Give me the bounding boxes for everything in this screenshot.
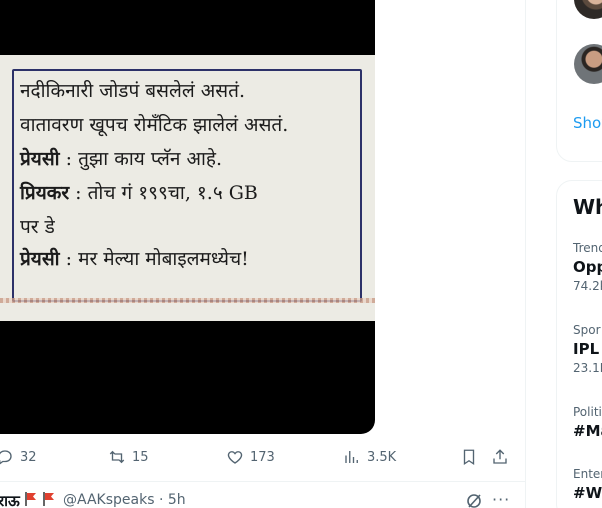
clipping-line-2: वातावरण खूपच रोमँटिक झालेलं असतं.	[20, 114, 289, 136]
trends-heading: Wh	[573, 195, 602, 219]
retweet-button[interactable]: 15	[108, 444, 149, 470]
clipping-line-6: प्रेयसी : मर मेल्या मोबाइलमध्येच!	[20, 245, 249, 271]
like-icon	[227, 451, 243, 464]
dialogue-text: : तोच गं १९९चा, १.५ GB	[69, 182, 258, 204]
trend-item[interactable]: Politi #Ma	[573, 405, 602, 440]
clipping-line-3: प्रेयसी : तुझा काय प्लॅन आहे.	[20, 145, 222, 171]
speaker-label: प्रेयसी	[20, 248, 60, 270]
trend-title: IPL 2	[573, 340, 602, 358]
tweet-action-bar: 32 15 173 3.5K	[0, 444, 526, 470]
trend-count: 23.1K	[573, 361, 602, 375]
clipping-line-5: पर डे	[20, 216, 55, 238]
share-icon	[493, 449, 507, 464]
dialogue-text: : तुझा काय प्लॅन आहे.	[59, 148, 223, 170]
timeline-column: नदीकिनारी जोडपं बसलेलं असतं. वातावरण खूप…	[0, 0, 526, 508]
right-sidebar: Show Wh Trend Opp 74.2k Spor IPL 2 23.1K…	[556, 0, 602, 508]
next-tweet-header: राऊ @AAKspeaks · 5h ···	[0, 490, 526, 508]
app-root: नदीकिनारी जोडपं बसलेलं असतं. वातावरण खूप…	[0, 0, 602, 508]
trend-item[interactable]: Enter #Wa	[573, 467, 602, 502]
retweet-icon	[109, 450, 125, 464]
bookmark-button[interactable]	[460, 444, 478, 470]
trend-context: Politi	[573, 405, 602, 419]
more-icon[interactable]: ···	[492, 490, 510, 508]
trend-item[interactable]: Spor IPL 2 23.1K	[573, 323, 602, 375]
trend-count: 74.2k	[573, 279, 602, 293]
reply-button[interactable]: 32	[0, 444, 37, 470]
tweet-media[interactable]: नदीकिनारी जोडपं बसलेलं असतं. वातावरण खूप…	[0, 0, 375, 434]
newspaper-clipping: नदीकिनारी जोडपं बसलेलं असतं. वातावरण खूप…	[0, 55, 375, 321]
author-name[interactable]: राऊ	[0, 491, 20, 508]
views-icon	[345, 451, 358, 463]
who-to-follow-card: Show	[556, 0, 602, 162]
like-button[interactable]: 173	[226, 444, 275, 470]
retweet-count: 15	[132, 449, 149, 465]
trend-context: Spor	[573, 323, 601, 337]
trend-item[interactable]: Trend Opp 74.2k	[573, 241, 602, 293]
trend-title: Opp	[573, 258, 602, 276]
grok-icon[interactable]	[466, 493, 482, 508]
author-handle-time[interactable]: @AAKspeaks · 5h	[63, 492, 186, 508]
views-count: 3.5K	[367, 449, 397, 465]
clipping-line-1: नदीकिनारी जोडपं बसलेलं असतं.	[20, 80, 246, 102]
flag-icon	[25, 492, 36, 506]
speaker-label: प्रेयसी	[20, 148, 60, 170]
views-button[interactable]: 3.5K	[343, 444, 396, 470]
flag-icon	[43, 492, 54, 506]
share-button[interactable]	[491, 444, 509, 470]
clipping-line-4: प्रियकर : तोच गं १९९चा, १.५ GB	[20, 179, 258, 205]
bookmark-icon	[463, 449, 475, 466]
trend-title: #Wa	[573, 484, 602, 502]
like-count: 173	[250, 449, 275, 465]
clipping-bottom-rule	[0, 298, 375, 303]
trend-title: #Ma	[573, 422, 602, 440]
tweet-divider	[0, 481, 526, 482]
trend-context: Trend	[573, 241, 602, 255]
show-more-link[interactable]: Show	[573, 114, 602, 132]
avatar[interactable]	[574, 44, 602, 84]
reply-count: 32	[20, 449, 37, 465]
speaker-label: प्रियकर	[20, 182, 70, 204]
dialogue-text: : मर मेल्या मोबाइलमध्येच!	[59, 248, 249, 270]
avatar[interactable]	[574, 0, 602, 19]
reply-icon	[0, 450, 12, 465]
trend-context: Enter	[573, 467, 602, 481]
trends-card: Wh Trend Opp 74.2k Spor IPL 2 23.1K Poli…	[556, 180, 602, 508]
